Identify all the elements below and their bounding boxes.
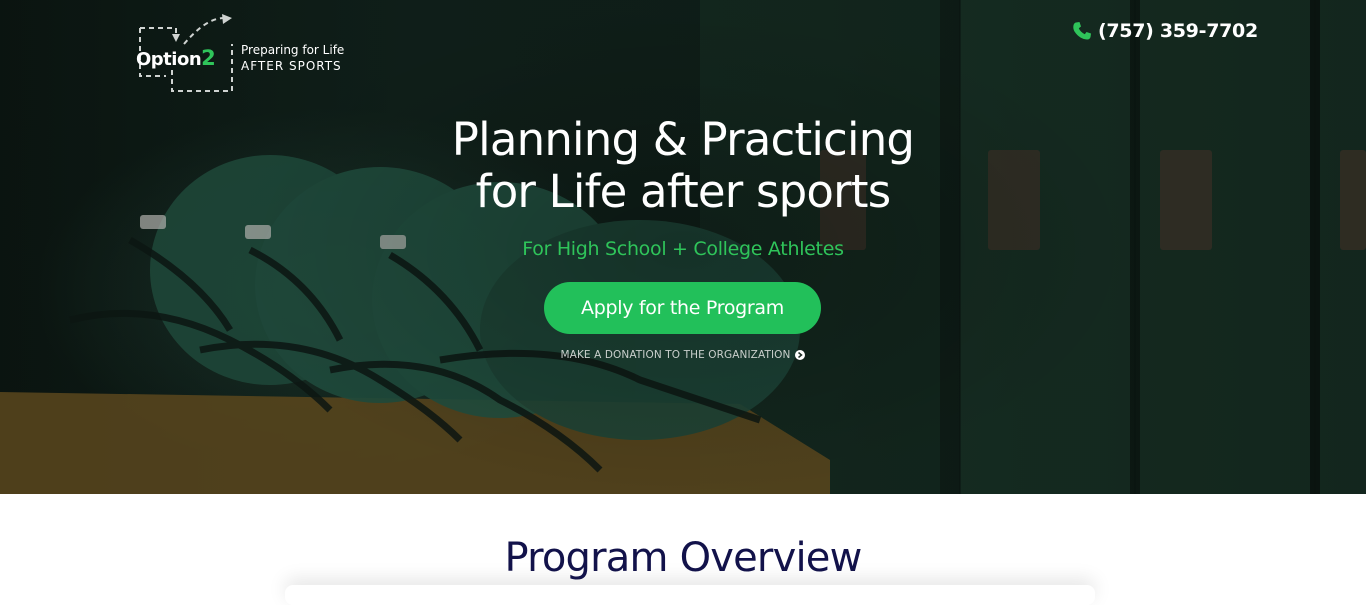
overview-card <box>285 585 1095 605</box>
hero-headline-line2: for Life after sports <box>475 165 891 218</box>
hero-subheadline: For High School + College Athletes <box>522 238 844 260</box>
site-logo[interactable]: Option2 Preparing for Life AFTER SPORTS <box>136 14 356 96</box>
program-overview-title: Program Overview <box>504 535 862 581</box>
donate-link-label: MAKE A DONATION TO THE ORGANIZATION <box>560 349 791 361</box>
logo-wordmark: Option2 <box>136 46 216 70</box>
apply-program-button[interactable]: Apply for the Program <box>544 282 821 334</box>
phone-link[interactable]: (757) 359-7702 <box>1072 20 1258 42</box>
logo-brand-number: 2 <box>201 46 216 70</box>
logo-tagline-line1: Preparing for Life <box>241 43 345 57</box>
hero-headline: Planning & Practicing for Life after spo… <box>383 114 983 218</box>
logo-brand: Option <box>136 49 202 70</box>
phone-number: (757) 359-7702 <box>1098 20 1258 42</box>
hero-headline-line1: Planning & Practicing <box>451 113 915 166</box>
donate-link[interactable]: MAKE A DONATION TO THE ORGANIZATION <box>483 349 883 361</box>
hero-section: Option2 Preparing for Life AFTER SPORTS … <box>0 0 1366 494</box>
chevron-right-circle-icon <box>795 350 806 360</box>
phone-icon <box>1073 22 1091 40</box>
logo-tagline-line2: AFTER SPORTS <box>241 59 342 73</box>
